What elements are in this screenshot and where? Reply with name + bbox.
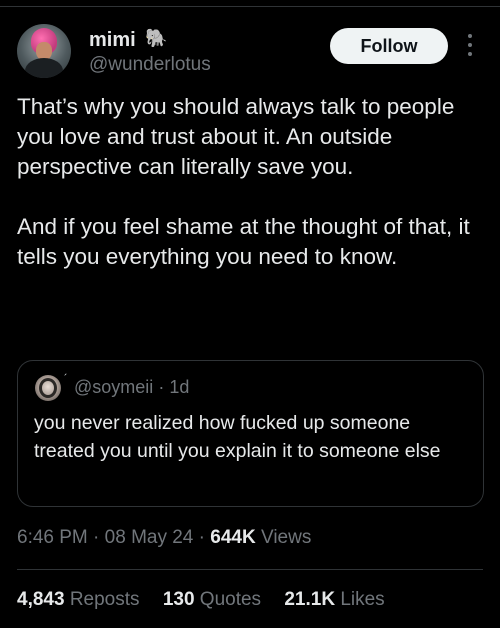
quote-text: you never realized how fucked up someone… xyxy=(34,412,441,462)
meta-separator: · xyxy=(93,527,100,548)
quote-handle: @soymeii xyxy=(74,377,154,397)
more-vertical-icon[interactable] xyxy=(465,30,475,60)
top-divider xyxy=(0,6,500,7)
tweet-meta: 6:46 PM · 08 May 24 · 644K Views xyxy=(17,527,311,549)
meta-separator: · xyxy=(198,527,205,548)
tweet-time[interactable]: 6:46 PM xyxy=(17,527,88,548)
more-dot xyxy=(468,34,472,38)
engagement-stats: 4,843 Reposts 130 Quotes 21.1K Likes xyxy=(17,589,403,611)
quotes-label: Quotes xyxy=(199,589,262,610)
views-label: Views xyxy=(260,527,312,548)
likes-stat[interactable]: 21.1K Likes xyxy=(284,589,384,610)
stats-divider xyxy=(17,569,483,570)
tweet-paragraph: And if you feel shame at the thought of … xyxy=(17,214,470,269)
quote-header: @soymeii · 1d xyxy=(74,377,189,398)
likes-label: Likes xyxy=(340,589,385,610)
likes-count: 21.1K xyxy=(284,589,336,610)
quote-separator: · xyxy=(158,377,165,397)
quoted-tweet-card[interactable]: ´ @soymeii · 1d you never realized how f… xyxy=(17,360,484,507)
tweet-body: That’s why you should always talk to peo… xyxy=(17,92,487,302)
author-avatar[interactable] xyxy=(17,24,71,78)
avatar-body xyxy=(25,58,63,78)
author-display-name[interactable]: mimi xyxy=(89,29,136,52)
reposts-label: Reposts xyxy=(69,589,140,610)
quotes-count: 130 xyxy=(162,589,195,610)
quote-time: 1d xyxy=(169,377,190,397)
follow-button[interactable]: Follow xyxy=(330,28,448,64)
avatar-hood xyxy=(39,378,57,398)
quote-badge: ´ xyxy=(64,373,68,385)
views-count: 644K xyxy=(210,527,256,548)
quotes-stat[interactable]: 130 Quotes xyxy=(163,589,267,610)
tweet-date[interactable]: 08 May 24 xyxy=(105,527,194,548)
reposts-stat[interactable]: 4,843 Reposts xyxy=(17,589,145,610)
quote-avatar xyxy=(35,375,61,401)
elephant-icon: 🐘 xyxy=(145,28,168,48)
more-dot xyxy=(468,52,472,56)
author-handle[interactable]: @wunderlotus xyxy=(89,54,211,76)
tweet-paragraph: That’s why you should always talk to peo… xyxy=(17,94,455,179)
reposts-count: 4,843 xyxy=(17,589,65,610)
more-dot xyxy=(468,43,472,47)
